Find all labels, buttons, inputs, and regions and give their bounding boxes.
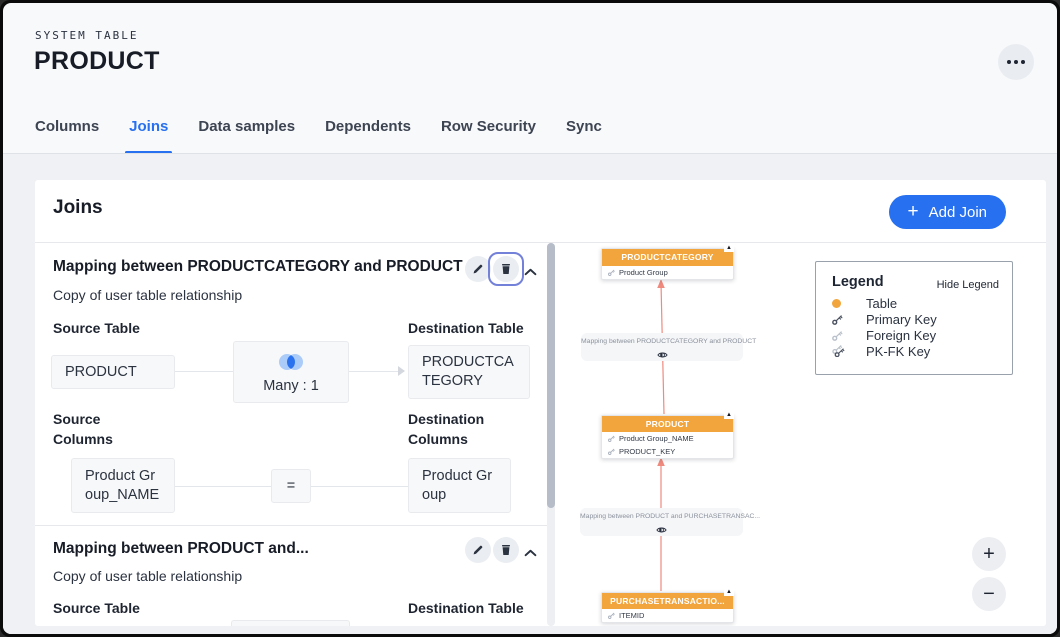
- join-card-subtitle: Copy of user table relationship: [53, 287, 242, 303]
- join-operator: =: [271, 469, 311, 503]
- destination-table-label: Destination Table: [408, 598, 524, 618]
- cardinality-box-clipped: [231, 620, 350, 626]
- collapse-node-icon[interactable]: ▲: [724, 243, 734, 252]
- delete-join-button[interactable]: [493, 537, 519, 563]
- table-node-title: PRODUCT: [602, 416, 733, 432]
- plus-icon: +: [908, 202, 919, 221]
- source-columns-label: Source Columns: [53, 409, 133, 449]
- diagram-legend: Legend Hide Legend Table Primary Key: [815, 261, 1013, 375]
- legend-item-table: Table: [832, 295, 897, 311]
- joins-heading: Joins: [53, 197, 103, 219]
- minus-icon: −: [983, 583, 995, 606]
- edge-label-text: Mapping between PRODUCT and PURCHASETRAN…: [580, 513, 743, 520]
- joins-panel: Joins + Add Join Mapping between PRODUCT…: [35, 180, 1046, 626]
- trash-icon: [501, 544, 511, 556]
- trash-icon: [501, 263, 511, 275]
- tab-row-security[interactable]: Row Security: [441, 116, 536, 154]
- chevron-up-icon: [524, 268, 537, 276]
- tab-dependents[interactable]: Dependents: [325, 116, 411, 154]
- legend-item-pk-fk-key: PK-FK Key: [832, 343, 930, 359]
- page-title: PRODUCT: [34, 47, 160, 76]
- edge-label-1: Mapping between PRODUCTCATEGORY and PROD…: [581, 333, 743, 361]
- collapse-join-button[interactable]: [522, 262, 539, 281]
- key-icon: [608, 269, 615, 276]
- chevron-up-icon: [524, 549, 537, 557]
- table-node-field: Product Group_NAME: [602, 432, 733, 445]
- pk-fk-key-icon: [832, 345, 845, 357]
- tab-joins[interactable]: Joins: [129, 116, 168, 154]
- pencil-icon: [472, 263, 484, 275]
- window-frame: SYSTEM TABLE PRODUCT Columns Joins Data …: [0, 0, 1060, 637]
- table-dot-icon: [832, 299, 841, 308]
- many-to-one-venn-icon: [276, 353, 306, 371]
- join-card-subtitle: Copy of user table relationship: [53, 568, 242, 584]
- source-column-value: Product Group_NAME: [71, 458, 175, 513]
- table-node-title: PURCHASETRANSACTIO...: [602, 593, 733, 609]
- cardinality-box: Many : 1: [233, 341, 349, 403]
- destination-columns-label: Destination Columns: [408, 409, 508, 449]
- key-icon: [608, 612, 615, 619]
- legend-item-foreign-key: Foreign Key: [832, 327, 936, 343]
- eye-icon: [657, 351, 668, 359]
- tab-columns[interactable]: Columns: [35, 116, 99, 154]
- more-actions-button[interactable]: [998, 44, 1034, 80]
- plus-icon: +: [983, 543, 995, 566]
- tab-data-samples[interactable]: Data samples: [198, 116, 295, 154]
- key-icon: [608, 435, 615, 442]
- edge-label-text: Mapping between PRODUCTCATEGORY and PROD…: [581, 338, 743, 345]
- add-join-button[interactable]: + Add Join: [889, 195, 1006, 229]
- key-icon: [608, 448, 615, 455]
- table-node-title: PRODUCTCATEGORY: [602, 249, 733, 266]
- edit-join-button[interactable]: [465, 256, 491, 282]
- scrollbar-thumb[interactable]: [547, 243, 555, 508]
- legend-item-primary-key: Primary Key: [832, 311, 937, 327]
- pencil-icon: [472, 544, 484, 556]
- joins-list-scrollbar[interactable]: [547, 243, 555, 626]
- table-node-field: Product Group: [602, 266, 733, 279]
- zoom-in-button[interactable]: +: [972, 537, 1006, 571]
- foreign-key-icon: [832, 330, 843, 341]
- destination-column-value: Product Group: [408, 458, 511, 513]
- primary-key-icon: [832, 314, 843, 325]
- toggle-visibility-button[interactable]: [652, 521, 671, 538]
- table-node-productcategory[interactable]: ▲ PRODUCTCATEGORY Product Group: [601, 248, 734, 280]
- tab-bar: Columns Joins Data samples Dependents Ro…: [35, 116, 602, 154]
- toggle-visibility-button[interactable]: [653, 346, 672, 363]
- edge-label-2: Mapping between PRODUCT and PURCHASETRAN…: [580, 508, 743, 536]
- hide-legend-button[interactable]: Hide Legend: [937, 279, 999, 291]
- collapse-node-icon[interactable]: ▲: [724, 587, 734, 596]
- destination-table-label: Destination Table: [408, 318, 524, 338]
- delete-join-button[interactable]: [493, 256, 519, 282]
- join-card-title: Mapping between PRODUCT and...: [53, 540, 309, 558]
- source-table-label: Source Table: [53, 318, 140, 338]
- column-connector-line: [311, 486, 408, 487]
- table-node-field: PRODUCT_KEY: [602, 445, 733, 458]
- table-node-product[interactable]: ▲ PRODUCT Product Group_NAME PRODUCT_KEY: [601, 415, 734, 459]
- collapse-join-button[interactable]: [522, 543, 539, 562]
- edit-join-button[interactable]: [465, 537, 491, 563]
- source-table-label: Source Table: [53, 598, 140, 618]
- join-card-title: Mapping between PRODUCTCATEGORY and PROD…: [53, 258, 463, 276]
- destination-table-value: PRODUCTCATEGORY: [408, 345, 530, 399]
- eye-icon: [656, 526, 667, 534]
- zoom-out-button[interactable]: −: [972, 577, 1006, 611]
- object-type-kicker: SYSTEM TABLE: [35, 29, 138, 42]
- join-connector-line: [349, 371, 399, 372]
- source-table-value: PRODUCT: [51, 355, 175, 389]
- relationship-diagram: Mapping between PRODUCTCATEGORY and PROD…: [558, 243, 1046, 626]
- tab-sync[interactable]: Sync: [566, 116, 602, 154]
- collapse-node-icon[interactable]: ▲: [724, 410, 734, 419]
- ellipsis-icon: [1007, 60, 1011, 64]
- add-join-label: Add Join: [929, 204, 987, 221]
- cardinality-value: Many : 1: [234, 378, 348, 394]
- card-divider: [35, 525, 547, 526]
- app-screen: SYSTEM TABLE PRODUCT Columns Joins Data …: [3, 3, 1057, 634]
- join-connector-line: [175, 371, 233, 372]
- table-node-field: ITEMID: [602, 609, 733, 622]
- column-connector-line: [175, 486, 271, 487]
- legend-title: Legend: [832, 274, 884, 290]
- table-node-purchasetransaction[interactable]: ▲ PURCHASETRANSACTIO... ITEMID: [601, 592, 734, 623]
- connector-arrowhead: [398, 366, 405, 376]
